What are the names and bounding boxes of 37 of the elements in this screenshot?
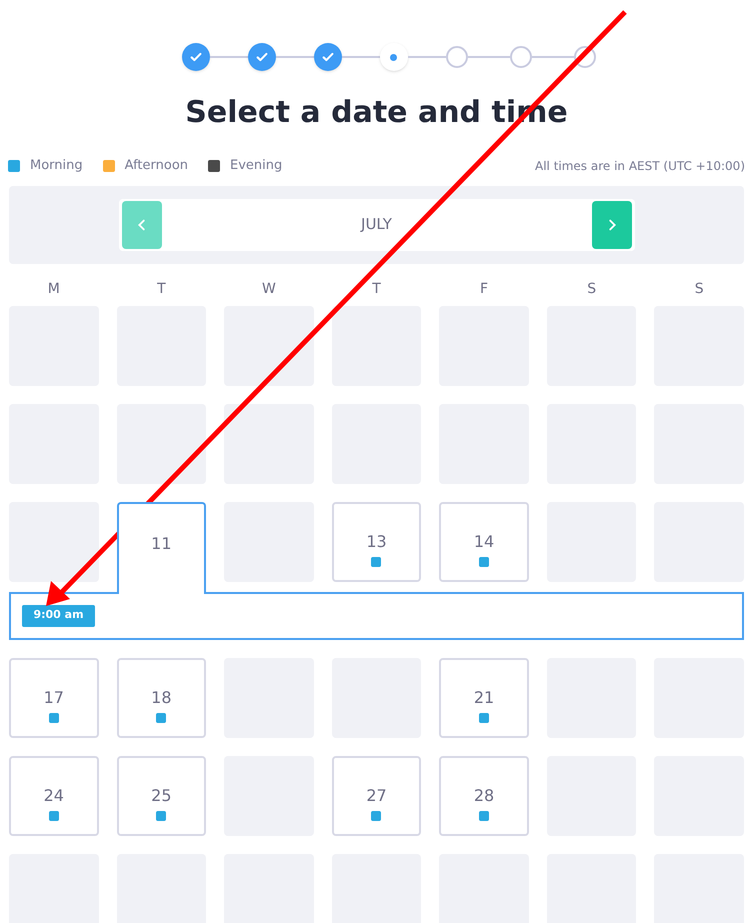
available-day[interactable]: 24 [9, 756, 99, 836]
previous-month-button[interactable] [122, 200, 162, 248]
weekday-header: T [156, 280, 167, 298]
time-slot-button[interactable]: 9:00 am [22, 604, 95, 626]
day-number: 13 [366, 532, 387, 552]
available-day[interactable]: 18 [116, 658, 206, 738]
weekday-header: W [261, 280, 277, 298]
day-number: 21 [474, 688, 494, 708]
month-label: JULY [361, 214, 392, 236]
day-number: 18 [151, 688, 172, 708]
weekday-header: S [586, 280, 598, 298]
check-icon [320, 50, 334, 64]
day-number: 17 [44, 688, 64, 708]
day-number: 27 [366, 786, 387, 806]
day-number: 24 [44, 786, 64, 806]
available-day[interactable]: 25 [116, 756, 206, 836]
day-number: 28 [474, 786, 494, 806]
day-number: 25 [151, 786, 172, 806]
available-day[interactable]: 21 [439, 658, 529, 738]
timezone-note: All times are in AEST (UTC +10:00) [535, 158, 745, 175]
check-icon [188, 50, 202, 64]
legend-label: Afternoon [124, 157, 188, 175]
legend-label: Evening [230, 157, 282, 175]
weekday-header: F [479, 280, 490, 298]
selected-day[interactable]: 11 [116, 502, 206, 594]
legend-label: Morning [30, 157, 83, 175]
available-day[interactable]: 17 [9, 658, 99, 738]
available-day[interactable]: 27 [332, 756, 422, 836]
weekday-header: T [371, 280, 382, 298]
check-icon [254, 50, 268, 64]
available-day[interactable]: 13 [332, 502, 422, 582]
day-number: 14 [474, 532, 494, 552]
available-day[interactable]: 14 [439, 502, 529, 582]
weekday-header: M [46, 280, 61, 298]
weekday-header: S [694, 280, 705, 298]
next-month-button[interactable] [592, 200, 632, 248]
available-day[interactable]: 28 [439, 756, 529, 836]
